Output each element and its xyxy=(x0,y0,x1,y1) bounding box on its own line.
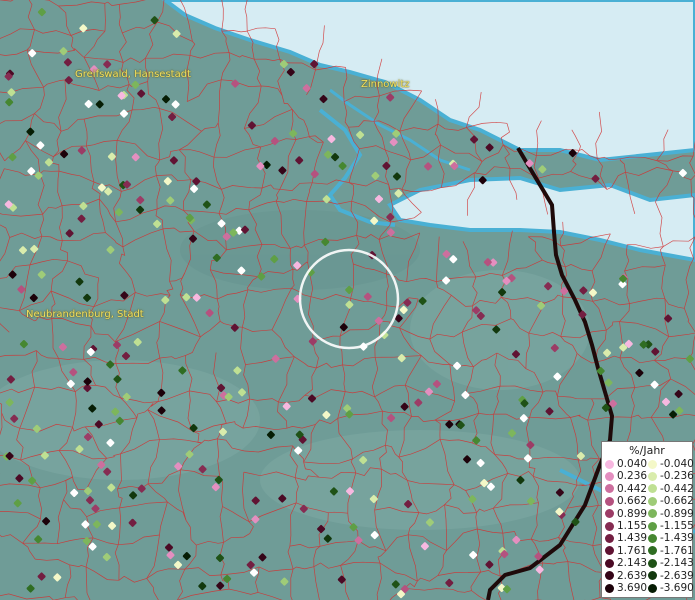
legend-entry-positive: 0.236 xyxy=(605,470,647,482)
legend-swatch xyxy=(648,533,657,543)
legend-swatch xyxy=(648,471,657,481)
legend-swatch xyxy=(605,546,614,556)
legend-value: 0.040 xyxy=(617,458,648,470)
legend-title: %/Jahr xyxy=(629,444,665,457)
city-label-neubrandenburg: Neubrandenburg, Stadt xyxy=(26,309,144,320)
legend: %/Jahr 0.040 -0.040 0.236 -0.236 0.442 -0.442… xyxy=(601,441,694,598)
legend-value: -1.761 xyxy=(660,544,694,557)
legend-value: 1.155 xyxy=(617,520,648,532)
legend-value: 1.761 xyxy=(617,544,648,557)
legend-entry-positive: 0.040 xyxy=(605,458,647,470)
legend-entry-negative: -0.040 xyxy=(648,458,694,470)
city-label-zinnowitz: Zinnowitz xyxy=(361,79,410,90)
legend-entry-positive: 2.639 xyxy=(605,570,647,582)
legend-swatch xyxy=(605,496,614,506)
legend-entry-negative: -3.690 xyxy=(648,582,694,594)
legend-entry-negative: -2.143 xyxy=(648,557,694,569)
legend-value: 2.639 xyxy=(617,569,648,582)
legend-value: -0.040 xyxy=(660,458,694,470)
legend-entry-positive: 2.143 xyxy=(605,557,647,569)
legend-swatch xyxy=(605,484,614,494)
legend-entry-positive: 1.155 xyxy=(605,520,647,532)
legend-value: -0.899 xyxy=(660,507,694,520)
legend-value: 0.662 xyxy=(617,495,648,508)
legend-entry-negative: -0.236 xyxy=(648,470,694,482)
legend-entry-positive: 3.690 xyxy=(605,582,647,594)
legend-entry-positive: 0.899 xyxy=(605,508,647,520)
legend-entry-positive: 0.442 xyxy=(605,483,647,495)
legend-value: -1.439 xyxy=(660,532,694,545)
legend-entry-positive: 1.761 xyxy=(605,545,647,557)
legend-value: 0.236 xyxy=(617,470,648,483)
legend-value: 1.439 xyxy=(617,532,648,545)
legend-entry-negative: -0.662 xyxy=(648,495,694,507)
legend-value: 3.690 xyxy=(617,582,648,594)
legend-entry-negative: -2.639 xyxy=(648,570,694,582)
legend-swatch xyxy=(648,509,657,519)
city-label-greifswald: Greifswald, Hansestadt xyxy=(75,69,191,80)
legend-value: -2.639 xyxy=(660,569,694,582)
legend-swatch xyxy=(648,459,657,469)
legend-value: -3.690 xyxy=(660,582,694,594)
legend-value: -0.442 xyxy=(660,482,694,495)
legend-value: 0.442 xyxy=(617,482,648,495)
legend-value: -2.143 xyxy=(660,557,694,570)
legend-swatch xyxy=(648,558,657,568)
legend-swatch xyxy=(605,558,614,568)
legend-swatch xyxy=(648,546,657,556)
legend-swatch xyxy=(648,583,657,593)
legend-swatch xyxy=(605,459,614,469)
legend-swatch xyxy=(648,521,657,531)
legend-entry-positive: 0.662 xyxy=(605,495,647,507)
legend-value: -0.236 xyxy=(660,470,694,483)
legend-entry-negative: -1.155 xyxy=(648,520,694,532)
legend-swatch xyxy=(605,471,614,481)
legend-entry-negative: -1.761 xyxy=(648,545,694,557)
legend-entry-negative: -0.442 xyxy=(648,483,694,495)
legend-value: -1.155 xyxy=(660,520,694,532)
legend-value: 0.899 xyxy=(617,507,648,520)
legend-value: 2.143 xyxy=(617,557,648,570)
legend-value: -0.662 xyxy=(660,495,694,508)
legend-entry-positive: 1.439 xyxy=(605,532,647,544)
legend-swatch xyxy=(648,571,657,581)
legend-entry-negative: -0.899 xyxy=(648,508,694,520)
map-canvas[interactable] xyxy=(0,0,695,600)
legend-entry-negative: -1.439 xyxy=(648,532,694,544)
legend-swatch xyxy=(605,533,614,543)
legend-swatch xyxy=(605,509,614,519)
legend-swatch xyxy=(605,571,614,581)
legend-swatch xyxy=(648,496,657,506)
legend-swatch xyxy=(605,583,614,593)
legend-swatch xyxy=(605,521,614,531)
legend-swatch xyxy=(648,484,657,494)
